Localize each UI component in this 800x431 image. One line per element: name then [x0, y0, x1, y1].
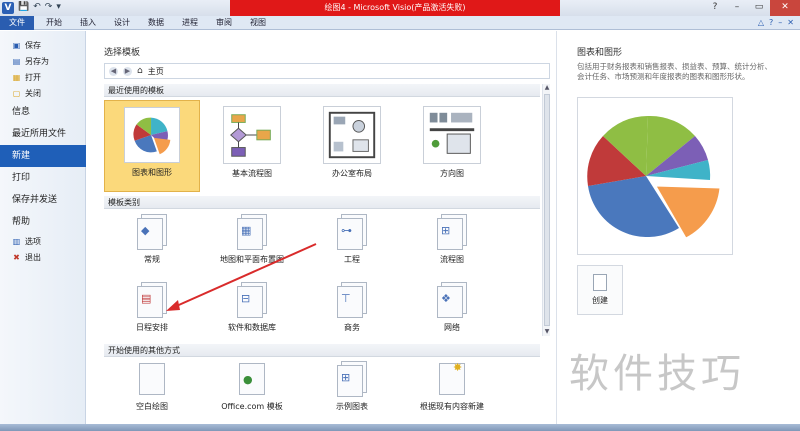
template-scroll-area: 最近使用的模板 图表和图形 基本流程图 办公室布局 方向图 模板类别 ◆ 常规 … — [104, 84, 550, 376]
tab-design[interactable]: 设计 — [105, 16, 139, 30]
options-icon: ▥ — [12, 236, 21, 246]
window-title: 绘图4 - Microsoft Visio(产品激活失败) — [230, 0, 560, 16]
annotation-arrow-icon — [166, 243, 317, 311]
scroll-down-icon[interactable]: ▼ — [543, 328, 551, 336]
nav-info[interactable]: 信息 — [0, 101, 85, 123]
folder-open-icon: ▦ — [12, 72, 21, 82]
other-label: Office.com 模板 — [221, 402, 283, 411]
collapse-ribbon-icon[interactable]: △ — [758, 18, 764, 27]
nav-exit-label: 退出 — [25, 252, 41, 262]
qat-customize-icon[interactable]: ▾ — [56, 2, 61, 12]
breadcrumb-home-label[interactable]: 主页 — [148, 66, 164, 77]
create-label: 创建 — [592, 296, 608, 305]
nav-open[interactable]: ▦ 打开 — [0, 69, 85, 85]
back-arrow-icon[interactable]: ◀ — [109, 66, 118, 76]
tab-process[interactable]: 进程 — [173, 16, 207, 30]
ribbon-right-controls: △ ? – ✕ — [758, 18, 800, 27]
new-document-icon — [593, 274, 607, 291]
maximize-button[interactable]: ▭ — [748, 0, 770, 16]
nav-close[interactable]: ▢ 关闭 — [0, 85, 85, 101]
quick-access-toolbar: 💾 ↶ ↷ ▾ — [18, 2, 61, 12]
nav-open-label: 打开 — [25, 72, 41, 82]
close-file-icon: ▢ — [12, 88, 21, 98]
blank-drawing[interactable]: 空白绘图 — [104, 361, 200, 412]
qat-redo-icon[interactable]: ↷ — [45, 2, 53, 12]
sample-diagrams[interactable]: ⊞ 示例图表 — [304, 361, 400, 412]
preview-pane: 图表和图形 包括用于财务报表和销售报表、损益表、预算、统计分析、会计任务、市场预… — [556, 31, 800, 431]
tab-data[interactable]: 数据 — [139, 16, 173, 30]
doc-close-icon[interactable]: ✕ — [787, 18, 794, 27]
globe-icon: ● — [237, 361, 267, 397]
qat-save-icon[interactable]: 💾 — [18, 2, 29, 12]
tab-file[interactable]: 文件 — [0, 15, 34, 30]
nav-recent[interactable]: 最近所用文件 — [0, 123, 85, 145]
minimize-button[interactable]: – — [726, 0, 748, 16]
preview-title: 图表和图形 — [577, 48, 623, 58]
nav-save-as[interactable]: ▤ 另存为 — [0, 53, 85, 69]
forward-arrow-icon[interactable]: ▶ — [123, 66, 132, 76]
blank-page-icon — [137, 361, 167, 397]
help-icon[interactable]: ? — [704, 0, 726, 16]
tab-insert[interactable]: 插入 — [71, 16, 105, 30]
exit-icon: ✖ — [13, 252, 20, 262]
save-icon: ▣ — [12, 40, 21, 50]
nav-new[interactable]: 新建 — [0, 145, 93, 167]
ribbon-tabs: 文件 开始 插入 设计 数据 进程 审阅 视图 △ ? – ✕ — [0, 15, 800, 30]
nav-save[interactable]: ▣ 保存 — [0, 37, 85, 53]
pie-chart-preview-icon — [587, 115, 721, 239]
sample-diagram-icon: ⊞ — [337, 361, 367, 397]
title-bar: V 💾 ↶ ↷ ▾ 绘图4 - Microsoft Visio(产品激活失败) … — [0, 0, 800, 16]
nav-options-label: 选项 — [25, 236, 41, 246]
nav-save-as-label: 另存为 — [25, 56, 49, 66]
nav-options[interactable]: ▥ 选项 — [0, 233, 85, 249]
window-controls: ? – ▭ ✕ — [704, 0, 800, 16]
preview-description: 包括用于财务报表和销售报表、损益表、预算、统计分析、会计任务、市场预测和年度报表… — [577, 62, 772, 81]
preview-thumbnail — [577, 97, 733, 255]
nav-exit[interactable]: ✖ 退出 — [0, 249, 85, 265]
new-from-existing[interactable]: ✸ 根据现有内容新建 — [404, 361, 500, 412]
close-button[interactable]: ✕ — [770, 0, 800, 16]
save-as-icon: ▤ — [12, 56, 21, 66]
taskbar — [0, 424, 800, 431]
other-label: 空白绘图 — [136, 402, 168, 411]
nav-save-label: 保存 — [25, 40, 41, 50]
breadcrumb: ◀ ▶ ⌂ 主页 — [104, 63, 550, 79]
nav-print[interactable]: 打印 — [0, 167, 85, 189]
qat-undo-icon[interactable]: ↶ — [33, 2, 41, 12]
panel-heading: 选择模板 — [104, 48, 141, 58]
create-button[interactable]: 创建 — [577, 265, 623, 315]
doc-minimize-icon[interactable]: – — [778, 18, 782, 27]
backstage-nav: ▣ 保存 ▤ 另存为 ▦ 打开 ▢ 关闭 信息 最近所用文件 新建 打印 保存并发送 帮… — [0, 31, 93, 431]
scrollbar-thumb[interactable] — [544, 94, 550, 326]
section-other-ways: 开始使用的其他方式 — [104, 344, 540, 357]
other-label: 根据现有内容新建 — [420, 402, 484, 411]
nav-save-send[interactable]: 保存并发送 — [0, 189, 85, 211]
office-com-templates[interactable]: ● Office.com 模板 — [204, 361, 300, 412]
scroll-up-icon[interactable]: ▲ — [543, 84, 551, 92]
ribbon-help-icon[interactable]: ? — [769, 18, 773, 27]
tab-home[interactable]: 开始 — [37, 16, 71, 30]
new-from-existing-icon: ✸ — [437, 361, 467, 397]
tab-review[interactable]: 审阅 — [207, 16, 241, 30]
visio-app-icon[interactable]: V — [2, 2, 14, 14]
home-icon[interactable]: ⌂ — [137, 66, 143, 76]
tab-view[interactable]: 视图 — [241, 16, 275, 30]
template-scrollbar[interactable]: ▲ ▼ — [542, 84, 550, 336]
nav-help[interactable]: 帮助 — [0, 211, 85, 233]
watermark-text: 软件技巧 — [569, 351, 745, 397]
template-panel: 选择模板 ◀ ▶ ⌂ 主页 最近使用的模板 图表和图形 基本流程图 办公室布局 … — [86, 31, 556, 431]
nav-close-label: 关闭 — [25, 88, 41, 98]
other-label: 示例图表 — [336, 402, 368, 411]
